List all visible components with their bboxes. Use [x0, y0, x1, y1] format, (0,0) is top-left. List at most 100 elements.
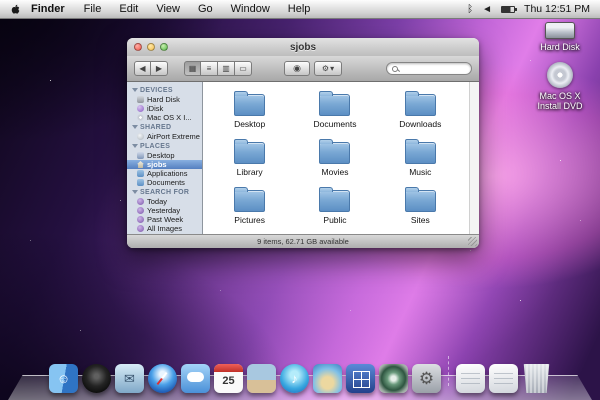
search-field[interactable]: [386, 62, 472, 75]
folder-downloads[interactable]: Downloads: [378, 90, 463, 129]
sidebar-item-idisk[interactable]: iDisk: [127, 104, 202, 113]
dock-documents-stack-icon[interactable]: [456, 364, 485, 393]
battery-icon[interactable]: [501, 6, 515, 13]
sidebar-item-hard-disk[interactable]: Hard Disk: [127, 95, 202, 104]
sidebar-item-yesterday[interactable]: Yesterday: [127, 206, 202, 215]
folder-music[interactable]: Music: [378, 138, 463, 177]
list-view-button[interactable]: ≡: [201, 61, 218, 76]
folder-documents[interactable]: Documents: [292, 90, 377, 129]
folder-icon: [234, 94, 265, 116]
sidebar-section-shared[interactable]: SHARED: [127, 122, 202, 132]
folder-label: Sites: [378, 215, 463, 225]
back-button[interactable]: ◀: [134, 61, 151, 76]
menu-help[interactable]: Help: [279, 0, 320, 19]
dock-spaces-icon[interactable]: [346, 364, 375, 393]
folder-public[interactable]: Public: [292, 186, 377, 225]
dock-trash-icon[interactable]: [522, 364, 551, 393]
dock-itunes-icon[interactable]: ♪: [280, 364, 309, 393]
sidebar-section-search-for[interactable]: SEARCH FOR: [127, 187, 202, 197]
dock-ical-icon[interactable]: 25: [214, 364, 243, 393]
menu-file[interactable]: File: [75, 0, 111, 19]
dock-ichat-icon[interactable]: [181, 364, 210, 393]
dock-preview-icon[interactable]: [247, 364, 276, 393]
sidebar-item-label: sjobs: [147, 160, 167, 169]
sidebar-item-label: All Images: [147, 224, 182, 233]
dvd-disc-icon: [547, 62, 573, 88]
dock-downloads-stack-icon[interactable]: [489, 364, 518, 393]
minimize-button[interactable]: [147, 43, 155, 51]
folder-pictures[interactable]: Pictures: [207, 186, 292, 225]
sidebar-section-devices[interactable]: DEVICES: [127, 85, 202, 95]
dock-system-preferences-icon[interactable]: ⚙: [412, 364, 441, 393]
coverflow-view-button[interactable]: ▭: [235, 61, 252, 76]
desktop-icon-label: Mac OS X Install DVD: [528, 91, 592, 112]
window-titlebar[interactable]: sjobs: [127, 38, 479, 56]
search-icon: [392, 66, 398, 72]
finder-sidebar: DEVICES Hard Disk iDisk Mac OS X I... SH…: [127, 82, 203, 234]
sidebar-item-label: Applications: [147, 169, 187, 178]
folder-icon: [405, 190, 436, 212]
folder-label: Library: [207, 167, 292, 177]
sidebar-item-label: iDisk: [147, 104, 163, 113]
menu-bar: Finder File Edit View Go Window Help ᛒ ◄…: [0, 0, 600, 19]
menu-go[interactable]: Go: [189, 0, 222, 19]
dock-time-machine-icon[interactable]: [379, 364, 408, 393]
music-note-glyph: ♪: [291, 372, 298, 385]
menu-edit[interactable]: Edit: [110, 0, 147, 19]
smart-search-icon: [137, 207, 144, 214]
sidebar-item-label: Mac OS X I...: [147, 113, 192, 122]
smart-search-icon: [137, 216, 144, 223]
folder-label: Movies: [292, 167, 377, 177]
caret-down-icon: ▾: [330, 64, 334, 73]
dock-mail-icon[interactable]: ✉: [115, 364, 144, 393]
dock-finder-icon[interactable]: ☺: [49, 364, 78, 393]
resize-grip[interactable]: [468, 237, 477, 246]
sidebar-item-documents[interactable]: Documents: [127, 178, 202, 187]
forward-button[interactable]: ▶: [151, 61, 168, 76]
column-view-button[interactable]: ▥: [218, 61, 235, 76]
desktop-icon-install-dvd[interactable]: Mac OS X Install DVD: [528, 62, 592, 112]
menu-view[interactable]: View: [147, 0, 189, 19]
window-title: sjobs: [290, 42, 316, 53]
sidebar-item-label: Yesterday: [147, 206, 180, 215]
folder-movies[interactable]: Movies: [292, 138, 377, 177]
search-input[interactable]: [398, 64, 466, 73]
dock-safari-icon[interactable]: [148, 364, 177, 393]
quick-look-button[interactable]: ◉: [284, 61, 310, 76]
menu-finder[interactable]: Finder: [25, 0, 75, 19]
sidebar-item-applications[interactable]: Applications: [127, 169, 202, 178]
sidebar-item-desktop[interactable]: Desktop: [127, 151, 202, 160]
dock-dashboard-icon[interactable]: [82, 364, 111, 393]
sidebar-item-all-images[interactable]: All Images: [127, 224, 202, 233]
folder-icon: [319, 190, 350, 212]
gear-icon: ⚙: [419, 370, 434, 387]
back-forward-control: ◀ ▶: [134, 61, 168, 76]
action-menu-button[interactable]: ⚙ ▾: [314, 61, 342, 76]
dock-iphoto-icon[interactable]: [313, 364, 342, 393]
envelope-glyph: ✉: [124, 372, 135, 385]
vertical-scrollbar[interactable]: [469, 82, 479, 234]
menu-bar-clock[interactable]: Thu 12:51 PM: [524, 3, 592, 15]
sidebar-item-today[interactable]: Today: [127, 197, 202, 206]
menu-window[interactable]: Window: [222, 0, 279, 19]
close-button[interactable]: [134, 43, 142, 51]
folder-sites[interactable]: Sites: [378, 186, 463, 225]
finder-window: sjobs ◀ ▶ ▦ ≡ ▥ ▭ ◉ ⚙ ▾: [127, 38, 479, 248]
sidebar-section-places[interactable]: PLACES: [127, 141, 202, 151]
volume-icon[interactable]: ◄: [482, 4, 492, 15]
apple-menu-icon[interactable]: [10, 3, 21, 16]
folder-desktop[interactable]: Desktop: [207, 90, 292, 129]
sidebar-item-airport-extreme[interactable]: AirPort Extreme: [127, 132, 202, 141]
sidebar-item-install-dvd[interactable]: Mac OS X I...: [127, 113, 202, 122]
home-icon: [137, 161, 144, 168]
desktop-icon-hard-disk[interactable]: Hard Disk: [528, 22, 592, 52]
zoom-button[interactable]: [160, 43, 168, 51]
icon-view-button[interactable]: ▦: [184, 61, 201, 76]
sidebar-item-sjobs[interactable]: sjobs: [127, 160, 202, 169]
smart-search-icon: [137, 198, 144, 205]
hard-disk-icon: [137, 96, 144, 103]
sidebar-item-past-week[interactable]: Past Week: [127, 215, 202, 224]
finder-toolbar: ◀ ▶ ▦ ≡ ▥ ▭ ◉ ⚙ ▾: [127, 56, 479, 82]
bluetooth-icon[interactable]: ᛒ: [467, 4, 473, 15]
folder-library[interactable]: Library: [207, 138, 292, 177]
